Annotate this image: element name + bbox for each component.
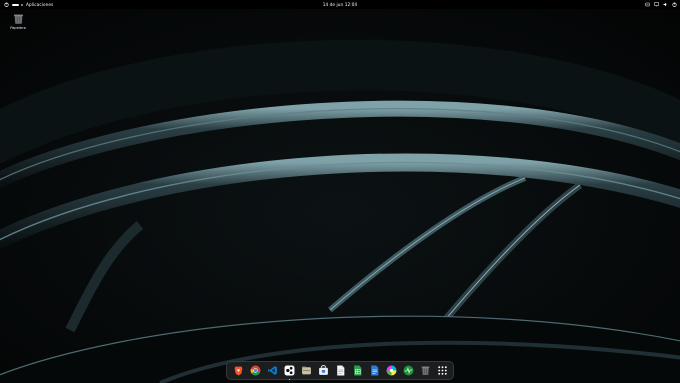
spreadsheet-icon bbox=[353, 365, 361, 376]
dock-item-files[interactable] bbox=[301, 365, 312, 376]
files-icon bbox=[301, 366, 311, 375]
keyboard-layout-icon[interactable] bbox=[645, 2, 650, 7]
dock-item-color-picker[interactable] bbox=[386, 365, 397, 376]
dock-item-spreadsheet[interactable] bbox=[352, 365, 363, 376]
dock-item-chrome[interactable] bbox=[250, 365, 261, 376]
clock[interactable]: 14 de jun 12:04 bbox=[0, 2, 680, 7]
dock-item-davinci-resolve[interactable] bbox=[284, 365, 295, 380]
trash-label: Papelera bbox=[10, 26, 26, 30]
davinci-resolve-icon bbox=[284, 365, 294, 376]
desktop-wallpaper bbox=[0, 0, 680, 383]
dock-item-brave[interactable] bbox=[233, 365, 244, 376]
desktop-trash[interactable]: Papelera bbox=[8, 12, 28, 30]
battery-power-icon[interactable] bbox=[672, 2, 677, 7]
software-store-icon bbox=[318, 365, 328, 375]
dock-item-trash[interactable] bbox=[420, 365, 431, 376]
dock-item-text-editor[interactable] bbox=[335, 365, 346, 376]
dock-item-system-monitor[interactable] bbox=[403, 365, 414, 376]
chrome-icon bbox=[250, 365, 260, 376]
text-editor-icon bbox=[336, 365, 344, 376]
vscode-icon bbox=[267, 366, 277, 375]
dock-item-software-store[interactable] bbox=[318, 365, 329, 376]
trash-dock-icon bbox=[421, 366, 429, 375]
dock-item-writer[interactable] bbox=[369, 365, 380, 376]
color-picker-icon bbox=[386, 365, 396, 376]
running-indicator bbox=[288, 378, 290, 380]
app-grid-icon bbox=[437, 366, 447, 375]
volume-icon[interactable] bbox=[663, 2, 668, 7]
dock-item-app-grid[interactable] bbox=[437, 365, 448, 376]
top-bar: Aplicaciones 14 de jun 12:04 bbox=[0, 0, 680, 9]
trash-icon bbox=[13, 14, 23, 24]
dock bbox=[226, 361, 454, 380]
system-tray bbox=[645, 0, 677, 9]
system-monitor-icon bbox=[403, 365, 413, 376]
writer-icon bbox=[370, 365, 378, 376]
network-icon[interactable] bbox=[654, 2, 659, 7]
brave-icon bbox=[234, 366, 242, 376]
dock-item-vscode[interactable] bbox=[267, 365, 278, 376]
